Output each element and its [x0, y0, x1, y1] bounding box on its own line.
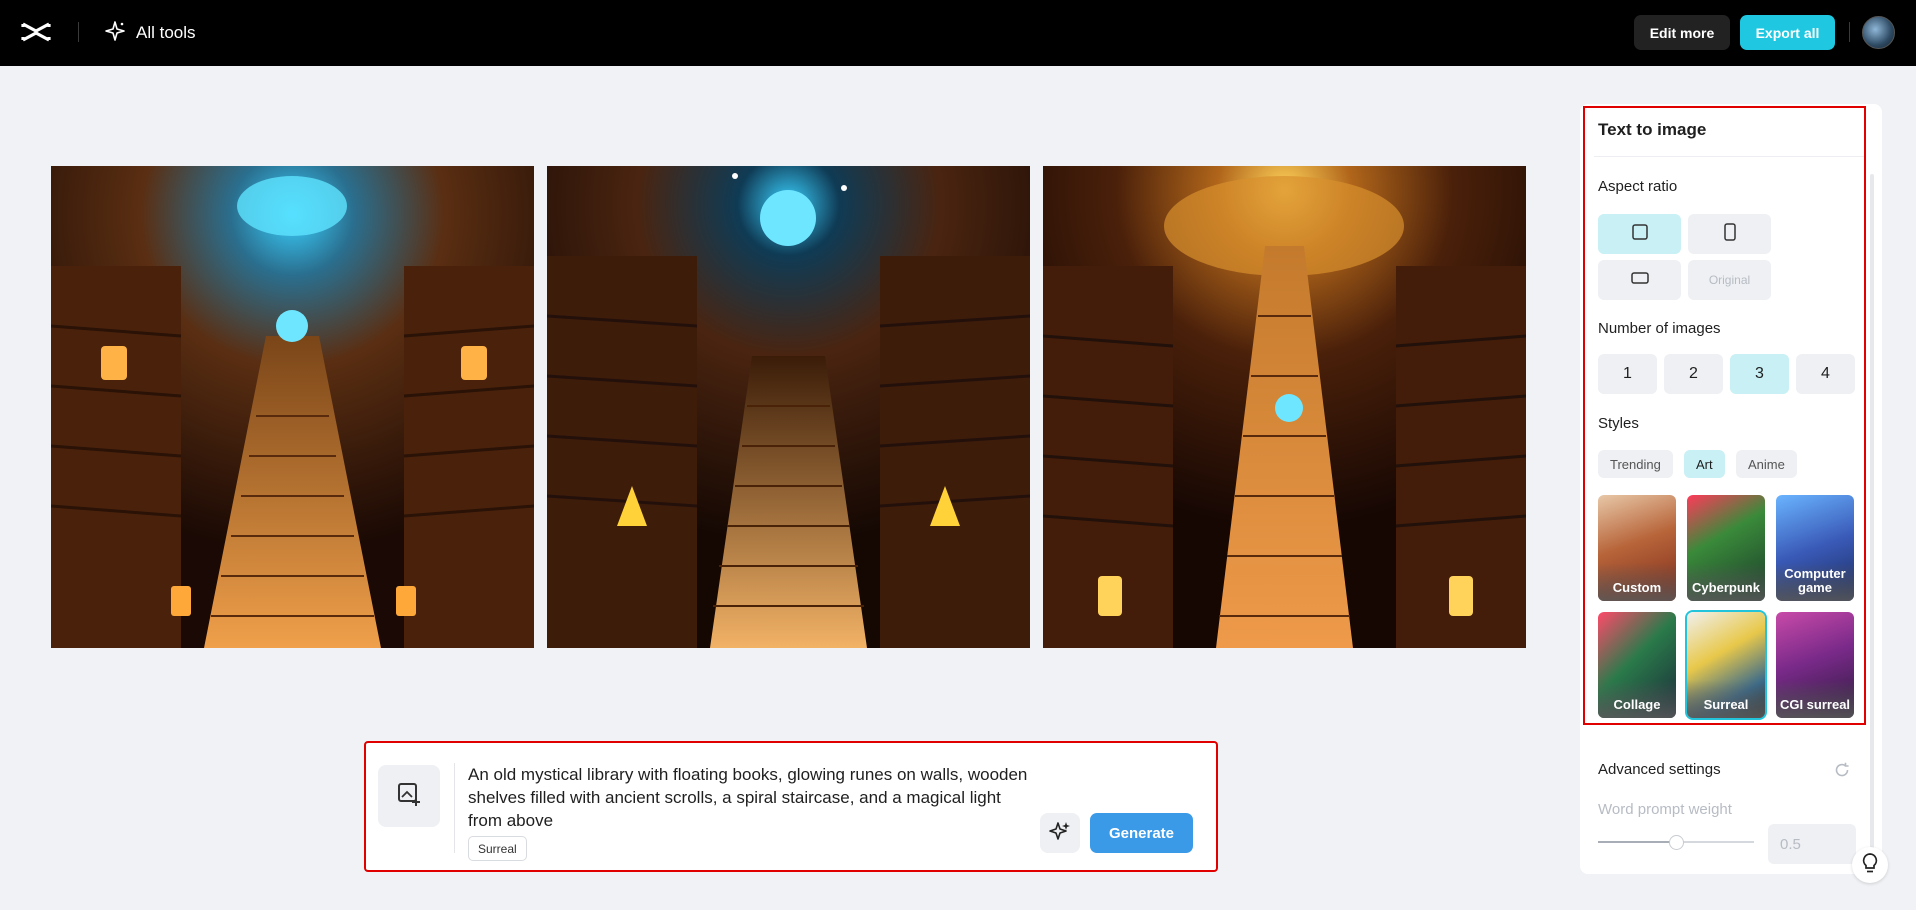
capcut-logo-icon[interactable]: [20, 18, 52, 46]
aspect-ratio-label: Aspect ratio: [1598, 178, 1677, 195]
num-images-2[interactable]: 2: [1664, 354, 1723, 394]
panel-title: Text to image: [1598, 120, 1706, 140]
sparkle-icon: [104, 20, 126, 47]
image-upload-button[interactable]: [378, 765, 440, 827]
topbar-divider-2: [1849, 22, 1850, 42]
reset-icon[interactable]: [1833, 761, 1851, 779]
aspect-ratio-landscape[interactable]: [1598, 260, 1681, 300]
style-card-label: Computer game: [1776, 563, 1854, 601]
aspect-ratio-original[interactable]: Original: [1688, 260, 1771, 300]
prompt-separator: [454, 763, 455, 853]
generated-image-1[interactable]: [51, 166, 534, 648]
word-prompt-weight-label: Word prompt weight: [1598, 801, 1732, 818]
text-to-image-panel: Text to image Aspect ratio Original Numb…: [1580, 104, 1882, 874]
style-card-cyberpunk[interactable]: Cyberpunk: [1687, 495, 1765, 601]
prompt-box: An old mystical library with floating bo…: [364, 741, 1218, 872]
num-images-1[interactable]: 1: [1598, 354, 1657, 394]
all-tools-label: All tools: [136, 23, 196, 43]
word-prompt-weight-slider-thumb[interactable]: [1669, 835, 1684, 850]
panel-title-divider: [1594, 156, 1866, 157]
style-card-label: CGI surreal: [1776, 680, 1854, 718]
top-bar: All tools Edit more Export all: [0, 0, 1916, 66]
help-tips-button[interactable]: [1852, 847, 1888, 883]
generate-button[interactable]: Generate: [1090, 813, 1193, 853]
style-card-label: Custom: [1598, 563, 1676, 601]
style-card-label: Surreal: [1687, 680, 1765, 718]
style-tag[interactable]: Surreal: [468, 836, 527, 861]
styles-label: Styles: [1598, 415, 1639, 432]
style-card-label: Collage: [1598, 680, 1676, 718]
generated-image-3[interactable]: [1043, 166, 1526, 648]
topbar-divider: [78, 22, 79, 42]
style-card-custom[interactable]: Custom: [1598, 495, 1676, 601]
all-tools-button[interactable]: All tools: [104, 19, 196, 47]
edit-more-button[interactable]: Edit more: [1634, 15, 1730, 50]
word-prompt-weight-slider-fill: [1598, 841, 1676, 843]
prompt-enhance-button[interactable]: [1040, 813, 1080, 853]
word-prompt-weight-input[interactable]: 0.5: [1768, 824, 1856, 864]
num-images-3[interactable]: 3: [1730, 354, 1789, 394]
style-tab-anime[interactable]: Anime: [1736, 450, 1797, 478]
style-card-surreal[interactable]: Surreal: [1687, 612, 1765, 718]
style-card-collage[interactable]: Collage: [1598, 612, 1676, 718]
aspect-ratio-square[interactable]: [1598, 214, 1681, 254]
num-images-4[interactable]: 4: [1796, 354, 1855, 394]
style-card-cgi-surreal[interactable]: CGI surreal: [1776, 612, 1854, 718]
style-card-computer-game[interactable]: Computer game: [1776, 495, 1854, 601]
square-ratio-icon: [1632, 224, 1648, 245]
advanced-settings-label: Advanced settings: [1598, 761, 1721, 778]
prompt-input[interactable]: An old mystical library with floating bo…: [468, 763, 1028, 832]
user-avatar[interactable]: [1862, 16, 1895, 49]
add-image-icon: [396, 781, 422, 812]
export-all-button[interactable]: Export all: [1740, 15, 1835, 50]
magic-wand-icon: [1049, 820, 1071, 847]
style-tab-art[interactable]: Art: [1684, 450, 1725, 478]
style-card-label: Cyberpunk: [1687, 563, 1765, 601]
portrait-ratio-icon: [1724, 223, 1736, 246]
number-of-images-label: Number of images: [1598, 320, 1721, 337]
lightbulb-icon: [1860, 852, 1880, 879]
landscape-ratio-icon: [1631, 271, 1649, 289]
aspect-ratio-portrait[interactable]: [1688, 214, 1771, 254]
style-tab-trending[interactable]: Trending: [1598, 450, 1673, 478]
panel-scrollbar[interactable]: [1870, 174, 1874, 854]
generated-image-2[interactable]: [547, 166, 1030, 648]
